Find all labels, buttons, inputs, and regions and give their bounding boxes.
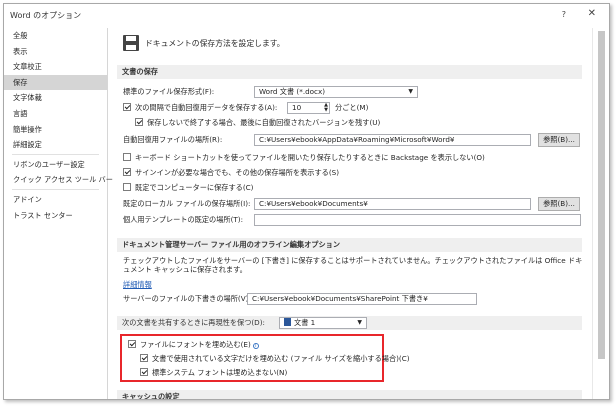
keep-last-checkbox[interactable]	[135, 118, 143, 126]
embed-fonts-row: ファイルにフォントを埋め込む(E) i	[128, 339, 259, 351]
autorecover-label: 次の間隔で自動回復用データを保存する(A):	[135, 103, 278, 112]
word-document-icon	[284, 318, 291, 326]
sidebar-item-advanced[interactable]: 詳細設定	[4, 137, 107, 153]
sidebar-item-quick-access-toolbar[interactable]: クイック アクセス ツール バー	[4, 172, 113, 188]
sidebar-item-general[interactable]: 全般	[4, 28, 107, 44]
embed-fonts-label: ファイルにフォントを埋め込む(E)	[140, 340, 251, 349]
autorecover-location-value: C:¥Users¥ebook¥AppData¥Roaming¥Microsoft…	[259, 135, 455, 144]
chevron-down-icon: ▼	[357, 319, 362, 326]
help-button[interactable]: ?	[562, 10, 566, 19]
autorecover-location-label: 自動回復用ファイルの場所(R):	[123, 135, 223, 144]
autorecover-location-input[interactable]: C:¥Users¥ebook¥AppData¥Roaming¥Microsoft…	[254, 134, 531, 146]
sidebar-item-customize-ribbon[interactable]: リボンのユーザー設定	[4, 157, 107, 173]
format-value: Word 文書 (*.docx)	[259, 87, 326, 96]
fidelity-document-value: 文書 1	[294, 318, 316, 327]
section-save-documents: 文書の保存	[117, 65, 582, 79]
no-system-fonts-checkbox[interactable]	[140, 368, 148, 376]
dialog-title: Word のオプション	[10, 11, 82, 20]
no-system-fonts-row: 標準システム フォントは埋め込まない(N)	[140, 367, 287, 379]
chevron-down-icon: ▼	[408, 88, 413, 95]
format-dropdown[interactable]: Word 文書 (*.docx) ▼	[254, 86, 418, 98]
show-more-row: サインインが必要な場合でも、その他の保存場所を表示する(S)	[123, 167, 339, 179]
section-offline-editing: ドキュメント管理サーバー ファイル用のオフライン編集オプション	[117, 238, 582, 252]
default-computer-label: 既定でコンピューターに保存する(C)	[135, 183, 254, 192]
sidebar-item-save[interactable]: 保存	[4, 74, 107, 91]
used-chars-label: 文書で使用されている文字だけを埋め込む (ファイル サイズを縮小する場合)(C)	[152, 354, 410, 363]
minutes-unit-label: 分ごと(M)	[335, 103, 369, 112]
autorecover-row: 次の間隔で自動回復用データを保存する(A):	[123, 102, 277, 114]
browse-local-button[interactable]: 参照(B)...	[538, 197, 580, 211]
embed-fonts-checkbox[interactable]	[128, 340, 136, 348]
sidebar-item-accessibility[interactable]: 簡単操作	[4, 122, 107, 138]
sidebar-item-proofing[interactable]: 文章校正	[4, 59, 107, 75]
sidebar-item-addins[interactable]: アドイン	[4, 192, 107, 208]
local-location-label: 既定のローカル ファイルの保存場所(I):	[123, 199, 251, 208]
autorecover-checkbox[interactable]	[123, 103, 131, 111]
no-system-fonts-label: 標準システム フォントは埋め込まない(N)	[152, 368, 288, 377]
used-chars-checkbox[interactable]	[140, 354, 148, 362]
drafts-location-value: C:¥Users¥ebook¥Documents¥SharePoint 下書き¥	[252, 294, 428, 303]
sidebar-divider	[12, 153, 99, 155]
no-backstage-label: キーボード ショートカットを使ってファイルを開いたり保存したりするときに Bac…	[135, 153, 485, 162]
fidelity-label: 次の文書を共有するときに再現性を保つ(D):	[122, 318, 265, 327]
default-computer-checkbox[interactable]	[123, 183, 131, 191]
spinner-arrows-icon[interactable]: ▲ ▼	[324, 103, 328, 113]
close-button[interactable]: ✕	[588, 8, 596, 19]
format-label: 標準のファイル保存形式(F):	[123, 87, 215, 96]
sidebar-item-trust-center[interactable]: トラスト センター	[4, 208, 107, 224]
show-more-checkbox[interactable]	[123, 168, 131, 176]
sidebar-divider	[12, 188, 99, 190]
sidebar-item-typography[interactable]: 文字体裁	[4, 90, 107, 106]
template-location-label: 個人用テンプレートの既定の場所(T):	[123, 215, 244, 224]
sidebar-item-language[interactable]: 言語	[4, 106, 107, 122]
offline-note: チェックアウトしたファイルをサーバーの [下書き] に保存することはサポートされ…	[123, 256, 583, 274]
save-icon	[123, 35, 139, 51]
browse-autorecover-button[interactable]: 参照(B)...	[538, 133, 580, 147]
local-location-input[interactable]: C:¥Users¥ebook¥Documents¥	[254, 198, 531, 210]
default-computer-row: 既定でコンピューターに保存する(C)	[123, 182, 253, 194]
sidebar-item-display[interactable]: 表示	[4, 44, 107, 60]
used-chars-row: 文書で使用されている文字だけを埋め込む (ファイル サイズを縮小する場合)(C)	[140, 353, 410, 365]
details-link[interactable]: 詳細情報	[123, 279, 152, 291]
no-backstage-checkbox[interactable]	[123, 153, 131, 161]
main-panel: ドキュメントの保存方法を設定します。 文書の保存 標準のファイル保存形式(F):…	[109, 28, 593, 399]
sidebar: 全般 表示 文章校正 保存 文字体裁 言語 簡単操作 詳細設定 リボンのユーザー…	[4, 28, 113, 399]
options-dialog: Word のオプション ? ✕ 全般 表示 文章校正 保存 文字体裁 言語 簡単…	[3, 3, 610, 400]
keep-last-label: 保存しないで終了する場合、最後に自動回復されたバージョンを残す(U)	[147, 118, 381, 127]
fidelity-document-dropdown[interactable]: 文書 1 ▼	[279, 317, 367, 329]
scrollbar-thumb[interactable]	[598, 31, 605, 359]
local-location-value: C:¥Users¥ebook¥Documents¥	[259, 199, 368, 208]
drafts-location-input[interactable]: C:¥Users¥ebook¥Documents¥SharePoint 下書き¥	[247, 293, 477, 305]
autorecover-minutes-value: 10	[292, 103, 302, 112]
template-location-input[interactable]	[254, 214, 581, 226]
autorecover-minutes-input[interactable]: 10 ▲ ▼	[287, 102, 330, 114]
scrollbar[interactable]	[592, 28, 609, 399]
show-more-label: サインインが必要な場合でも、その他の保存場所を表示する(S)	[135, 168, 340, 177]
info-icon[interactable]: i	[252, 343, 259, 349]
section-cache: キャッシュの設定	[117, 390, 582, 399]
drafts-location-label: サーバーのファイルの下書きの場所(V):	[123, 294, 251, 303]
title-bar: Word のオプション ? ✕	[4, 4, 609, 28]
keep-last-row: 保存しないで終了する場合、最後に自動回復されたバージョンを残す(U)	[135, 117, 380, 129]
panel-header-text: ドキュメントの保存方法を設定します。	[145, 39, 285, 48]
no-backstage-row: キーボード ショートカットを使ってファイルを開いたり保存したりするときに Bac…	[123, 152, 485, 164]
